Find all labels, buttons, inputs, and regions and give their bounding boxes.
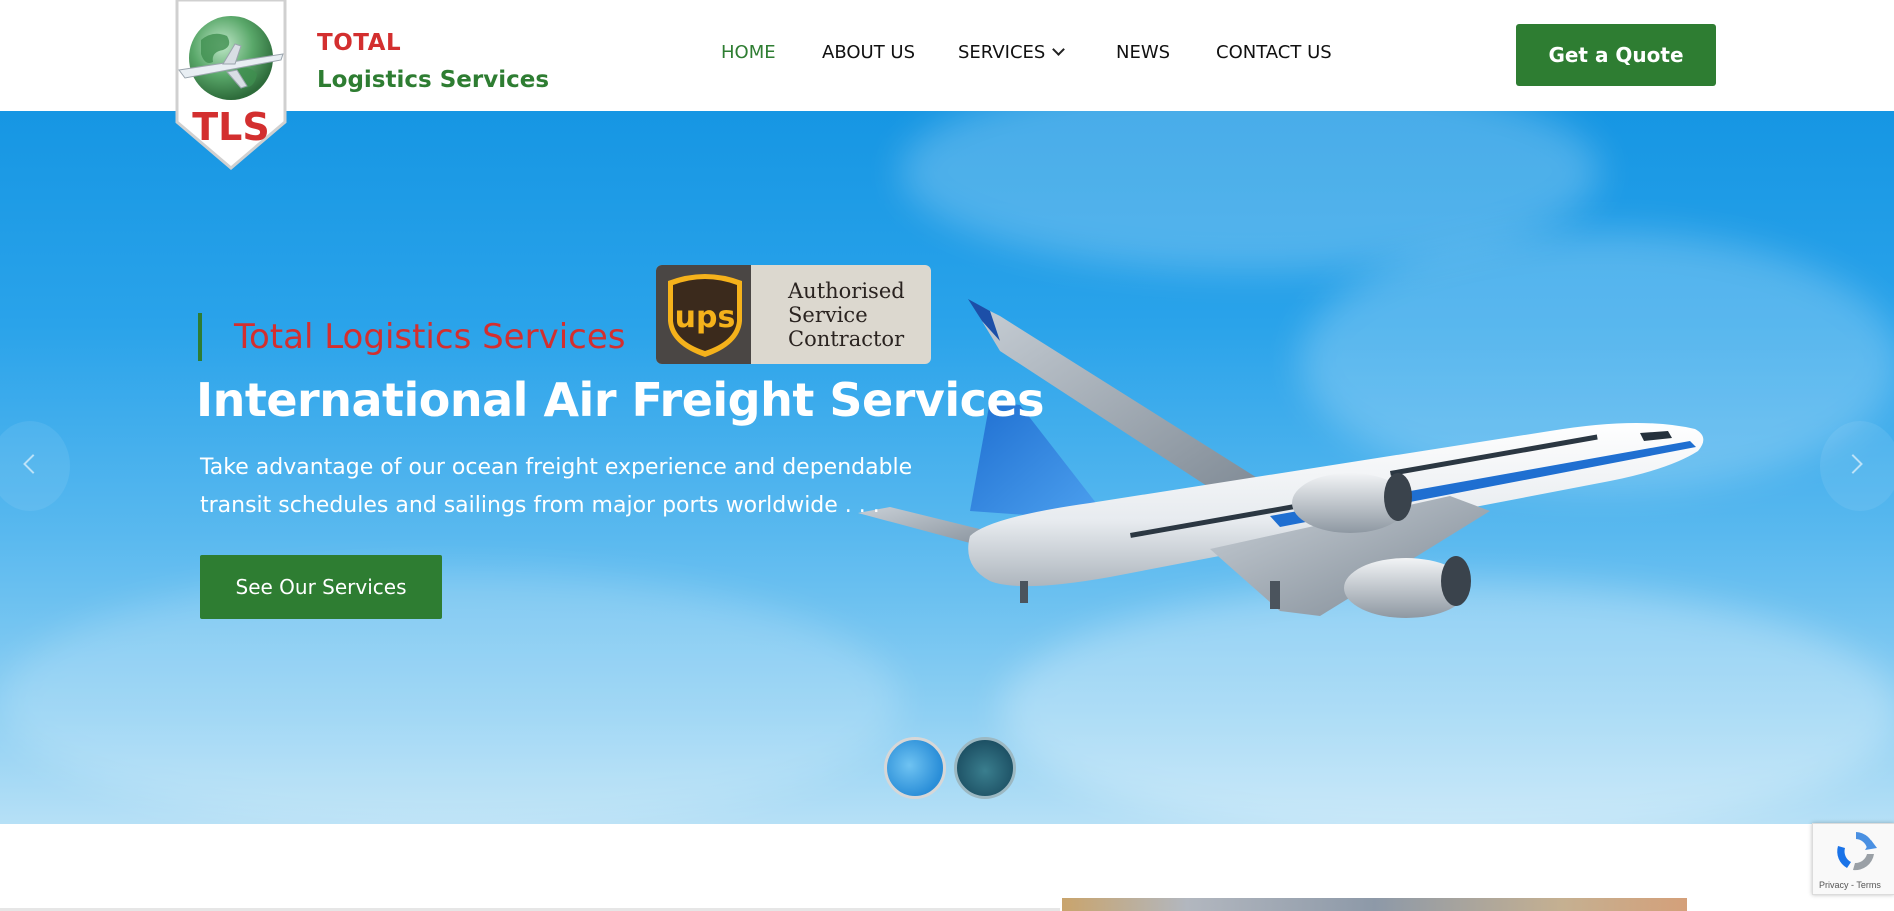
airplane-image	[850, 281, 1720, 641]
svg-text:TLS: TLS	[192, 105, 270, 149]
ups-badge-text: Authorised Service Contractor	[788, 279, 905, 351]
chevron-right-icon	[1843, 454, 1863, 474]
see-our-services-button[interactable]: See Our Services	[200, 555, 442, 619]
cloud-decoration	[0, 571, 900, 824]
ups-shield-logo-icon: ups	[668, 274, 742, 357]
hero-description: Take advantage of our ocean freight expe…	[200, 449, 940, 525]
warehouse-image	[1062, 898, 1687, 911]
chevron-down-icon	[1052, 43, 1066, 56]
slider-next-button[interactable]	[1820, 421, 1894, 511]
brand-name-line2[interactable]: Logistics Services	[317, 67, 549, 93]
hero-subtitle: Total Logistics Services	[234, 317, 626, 357]
tls-logo-badge[interactable]: TLS	[175, 0, 287, 170]
slider-prev-button[interactable]	[0, 421, 70, 511]
nav-item-news[interactable]: NEWS	[1116, 42, 1170, 63]
hero-description-line2: transit schedules and sailings from majo…	[200, 493, 880, 518]
recaptcha-icon	[1837, 832, 1877, 871]
recaptcha-links[interactable]: Privacy - Terms	[1819, 880, 1881, 890]
hero-title: International Air Freight Services	[196, 373, 1044, 427]
subtitle-accent-bar	[198, 313, 202, 361]
slider-dot-2[interactable]	[954, 737, 1016, 799]
nav-item-services-label: SERVICES	[958, 42, 1046, 63]
chevron-left-icon	[23, 454, 43, 474]
ups-authorised-contractor-badge: ups Authorised Service Contractor	[656, 265, 931, 364]
nav-item-about-us[interactable]: ABOUT US	[822, 42, 915, 63]
nav-item-contact-us[interactable]: CONTACT US	[1216, 42, 1332, 63]
site-header: TLS TOTAL Logistics Services HOME ABOUT …	[0, 0, 1894, 170]
nav-item-services[interactable]: SERVICES	[958, 42, 1066, 63]
brand-name-line1[interactable]: TOTAL	[317, 30, 401, 56]
ups-badge-line3: Contractor	[788, 327, 905, 351]
svg-text:ups: ups	[675, 300, 736, 335]
globe-plane-logo-icon: TLS	[175, 0, 287, 170]
get-a-quote-button[interactable]: Get a Quote	[1516, 24, 1716, 86]
ups-badge-line1: Authorised	[788, 279, 905, 303]
ups-badge-line2: Service	[788, 303, 868, 327]
hero-description-line1: Take advantage of our ocean freight expe…	[200, 455, 913, 480]
recaptcha-badge[interactable]: Privacy - Terms	[1812, 823, 1894, 895]
nav-item-home[interactable]: HOME	[721, 42, 776, 63]
slider-dot-1[interactable]	[884, 737, 946, 799]
hero-slider: Total Logistics Services ups Authorised …	[0, 111, 1894, 824]
